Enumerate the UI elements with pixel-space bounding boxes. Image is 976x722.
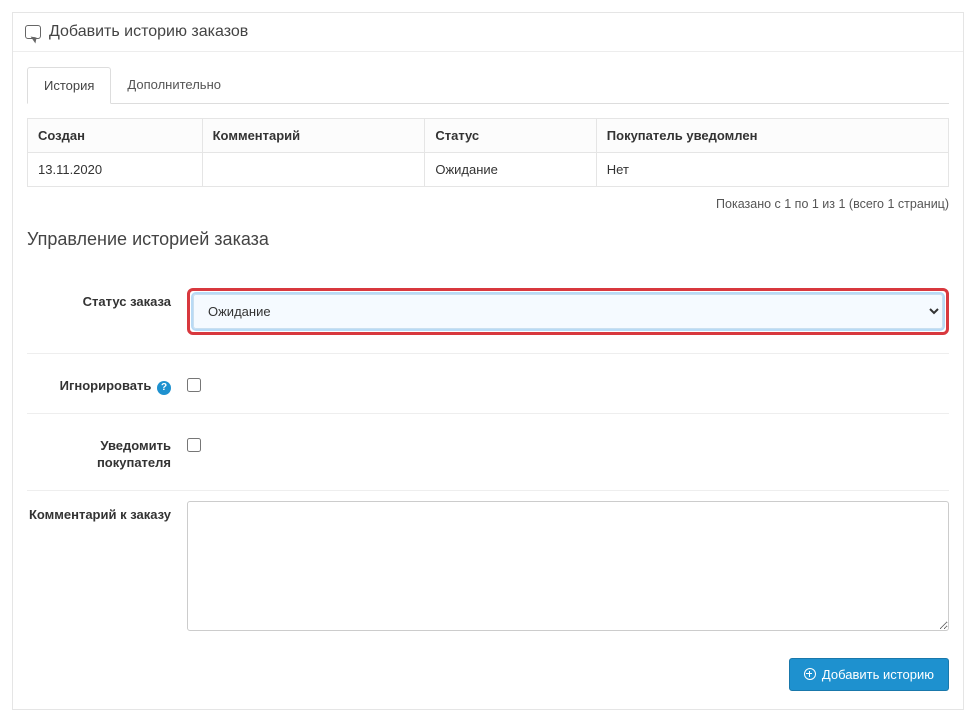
- table-row: 13.11.2020 Ожидание Нет: [28, 153, 949, 187]
- status-highlight: Ожидание: [187, 288, 949, 335]
- order-comment-textarea[interactable]: [187, 501, 949, 631]
- row-ignore: Игнорировать ?: [27, 354, 949, 414]
- label-status: Статус заказа: [27, 288, 187, 311]
- panel-title: Добавить историю заказов: [49, 23, 248, 41]
- label-ignore: Игнорировать ?: [27, 372, 187, 395]
- label-comment: Комментарий к заказу: [27, 501, 187, 524]
- add-history-label: Добавить историю: [822, 667, 934, 682]
- tabs: История Дополнительно: [27, 66, 949, 104]
- notify-checkbox[interactable]: [187, 438, 201, 452]
- col-created: Создан: [28, 119, 203, 153]
- cell-status: Ожидание: [425, 153, 596, 187]
- ignore-checkbox[interactable]: [187, 378, 201, 392]
- row-status: Статус заказа Ожидание: [27, 270, 949, 354]
- row-comment: Комментарий к заказу: [27, 491, 949, 644]
- col-status: Статус: [425, 119, 596, 153]
- col-comment: Комментарий: [202, 119, 425, 153]
- panel-body: История Дополнительно Создан Комментарий…: [13, 52, 963, 709]
- help-icon[interactable]: ?: [157, 381, 171, 395]
- order-status-select[interactable]: Ожидание: [193, 294, 943, 329]
- comment-icon: [25, 25, 41, 39]
- cell-created: 13.11.2020: [28, 153, 203, 187]
- plus-circle-icon: [804, 668, 816, 680]
- order-history-panel: Добавить историю заказов История Дополни…: [12, 12, 964, 710]
- history-table: Создан Комментарий Статус Покупатель уве…: [27, 118, 949, 187]
- label-ignore-text: Игнорировать: [60, 378, 152, 393]
- label-notify: Уведомить покупателя: [27, 432, 187, 472]
- cell-notified: Нет: [596, 153, 948, 187]
- cell-comment: [202, 153, 425, 187]
- section-title: Управление историей заказа: [27, 229, 949, 250]
- panel-heading: Добавить историю заказов: [13, 13, 963, 52]
- row-notify: Уведомить покупателя: [27, 414, 949, 491]
- tab-history[interactable]: История: [27, 67, 111, 104]
- tab-additional[interactable]: Дополнительно: [111, 67, 237, 104]
- add-history-button[interactable]: Добавить историю: [789, 658, 949, 691]
- table-header-row: Создан Комментарий Статус Покупатель уве…: [28, 119, 949, 153]
- pagination-info: Показано с 1 по 1 из 1 (всего 1 страниц): [27, 197, 949, 211]
- col-notified: Покупатель уведомлен: [596, 119, 948, 153]
- button-row: Добавить историю: [27, 658, 949, 691]
